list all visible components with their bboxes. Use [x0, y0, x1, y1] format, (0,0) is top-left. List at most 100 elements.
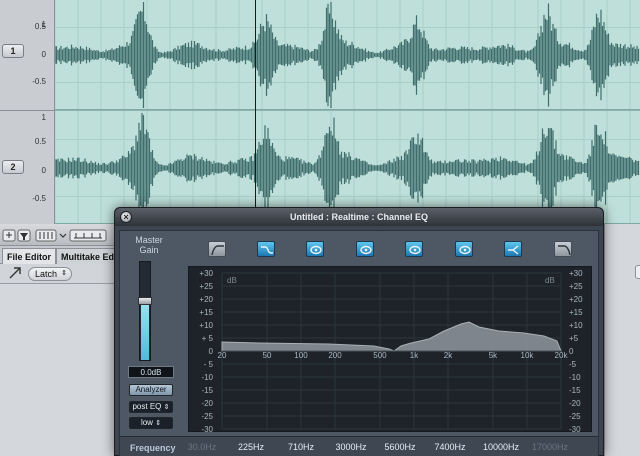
low-cut-icon — [211, 245, 224, 256]
db-tick-right: +30 — [569, 269, 583, 278]
track-2-number[interactable]: 2 — [2, 160, 24, 174]
eq-graph[interactable]: +30 +30 +25 +25 +20 +20 +15 +15 +10 +10 + 5 +5 0 0 - 5… — [188, 266, 592, 433]
freq-tick: 20k — [555, 351, 569, 360]
db-tick-left: - 5 — [204, 360, 214, 369]
filter-icon[interactable] — [17, 229, 31, 242]
plugin-titlebar[interactable]: × Untitled : Realtime : Channel EQ — [115, 208, 603, 226]
bell-icon — [310, 245, 322, 255]
freq-tick: 5k — [489, 351, 498, 360]
db-tick-left: +20 — [199, 295, 213, 304]
freq-tick: 20 — [218, 351, 227, 360]
chevron-down-icon[interactable] — [59, 233, 67, 238]
freq-tick: 1k — [410, 351, 419, 360]
frequency-row: Frequency 30.0Hz 225Hz 710Hz 3000Hz 5600… — [120, 436, 598, 456]
high-cut-icon — [558, 245, 571, 256]
db-tick-left: +15 — [199, 308, 213, 317]
freq-tick: 10k — [521, 351, 535, 360]
plugin-title: Untitled : Realtime : Channel EQ — [289, 212, 428, 222]
db-tick-right: +5 — [569, 334, 579, 343]
bell-icon — [360, 245, 372, 255]
automation-mode-value: Latch — [35, 269, 58, 279]
db-tick-right: -25 — [569, 412, 581, 421]
band-peak-3-button[interactable] — [405, 241, 423, 257]
select-arrows-icon: ⇕ — [61, 270, 67, 277]
piano-icon[interactable] — [35, 229, 57, 242]
freq-band-8[interactable]: 17000Hz — [520, 442, 580, 452]
eq-panel: Master Gain 0.0dB Analyzer post EQ ⇕ low… — [119, 230, 599, 456]
band-low-shelf-button[interactable] — [257, 241, 275, 257]
master-gain-label: Master Gain — [135, 235, 163, 255]
band-peak-2-button[interactable] — [356, 241, 374, 257]
db-tick-left: -25 — [201, 412, 213, 421]
db-tick-left: +25 — [199, 282, 213, 291]
db-tick-right: -20 — [569, 399, 581, 408]
logic-window: 1 1 0.5 0 -0.5 2 1 0.5 0 -0.5 File Edito… — [0, 0, 640, 456]
freq-tick: 50 — [263, 351, 272, 360]
panel-button[interactable] — [635, 265, 640, 279]
bell-icon — [409, 245, 421, 255]
db-unit-left: dB — [227, 276, 237, 285]
db-tick-left: -20 — [201, 399, 213, 408]
freq-tick: 500 — [373, 351, 387, 360]
band-high-shelf-button[interactable] — [504, 241, 522, 257]
high-shelf-icon — [508, 245, 519, 255]
automation-row: Latch ⇕ — [0, 264, 120, 284]
freq-tick: 200 — [328, 351, 342, 360]
track-1-waveform[interactable] — [55, 0, 640, 110]
band-high-cut-button[interactable] — [554, 241, 572, 257]
automation-icon[interactable] — [6, 264, 26, 284]
link-icon[interactable] — [2, 229, 16, 242]
right-panel — [604, 224, 640, 456]
audio-waveform — [55, 2, 640, 108]
db-tick-left: +30 — [199, 269, 213, 278]
automation-mode-select[interactable]: Latch ⇕ — [28, 267, 72, 281]
freq-tick: 2k — [444, 351, 453, 360]
db-tick-right: -10 — [569, 373, 581, 382]
track-2-scale-05: 0.5 — [34, 137, 46, 146]
track-2-scale-m05: -0.5 — [32, 194, 46, 203]
db-tick-left: +10 — [199, 321, 213, 330]
bell-icon — [459, 245, 471, 255]
master-gain-fader[interactable] — [138, 261, 152, 361]
track-2-scale-1: 1 — [41, 113, 46, 122]
track-1-number[interactable]: 1 — [2, 44, 24, 58]
band-low-cut-button[interactable] — [208, 241, 226, 257]
channel-eq-window: × Untitled : Realtime : Channel EQ Maste… — [114, 207, 604, 456]
analyzer-button[interactable]: Analyzer — [129, 384, 173, 396]
frequency-label: Frequency — [130, 443, 176, 453]
db-tick-right: +15 — [569, 308, 583, 317]
master-gain-value[interactable]: 0.0dB — [128, 366, 174, 378]
eq-curve[interactable] — [221, 321, 562, 352]
select-arrows-icon: ⇕ — [163, 404, 170, 411]
tab-multitake-editor[interactable]: Multitake Edi — [56, 248, 120, 264]
editor-toolbar — [0, 224, 120, 246]
analyzer-mode-value: post EQ — [132, 402, 162, 411]
db-tick-right: -5 — [569, 360, 577, 369]
tab-file-editor[interactable]: File Editor — [2, 248, 56, 264]
editor-body — [0, 284, 120, 456]
master-gain-section: Master Gain — [124, 235, 176, 255]
score-icon[interactable] — [69, 229, 107, 242]
playhead[interactable] — [255, 0, 256, 224]
analyzer-mode-select[interactable]: post EQ ⇕ — [129, 401, 173, 413]
db-tick-left: + 5 — [202, 334, 214, 343]
db-tick-right: 0 — [569, 347, 574, 356]
band-peak-1-button[interactable] — [306, 241, 324, 257]
track-1-scale-m05: -0.5 — [32, 77, 46, 86]
low-shelf-icon — [261, 246, 273, 254]
master-gain-handle[interactable] — [138, 297, 152, 305]
db-tick-right: -15 — [569, 386, 581, 395]
track-2-scale-0: 0 — [41, 166, 46, 175]
track-2-header: 2 1 0.5 0 -0.5 — [0, 110, 55, 224]
select-arrows-icon: ⇕ — [155, 420, 162, 427]
resolution-select[interactable]: low ⇕ — [129, 417, 173, 429]
freq-tick: 100 — [294, 351, 308, 360]
db-tick-right: +10 — [569, 321, 583, 330]
track-1-header: 1 1 0.5 0 -0.5 — [0, 0, 55, 110]
band-peak-4-button[interactable] — [455, 241, 473, 257]
db-tick-right: +25 — [569, 282, 583, 291]
db-tick-left: -30 — [201, 425, 213, 433]
db-tick-left: -15 — [201, 386, 213, 395]
db-tick-right: +20 — [569, 295, 583, 304]
db-tick-right: -30 — [569, 425, 581, 433]
